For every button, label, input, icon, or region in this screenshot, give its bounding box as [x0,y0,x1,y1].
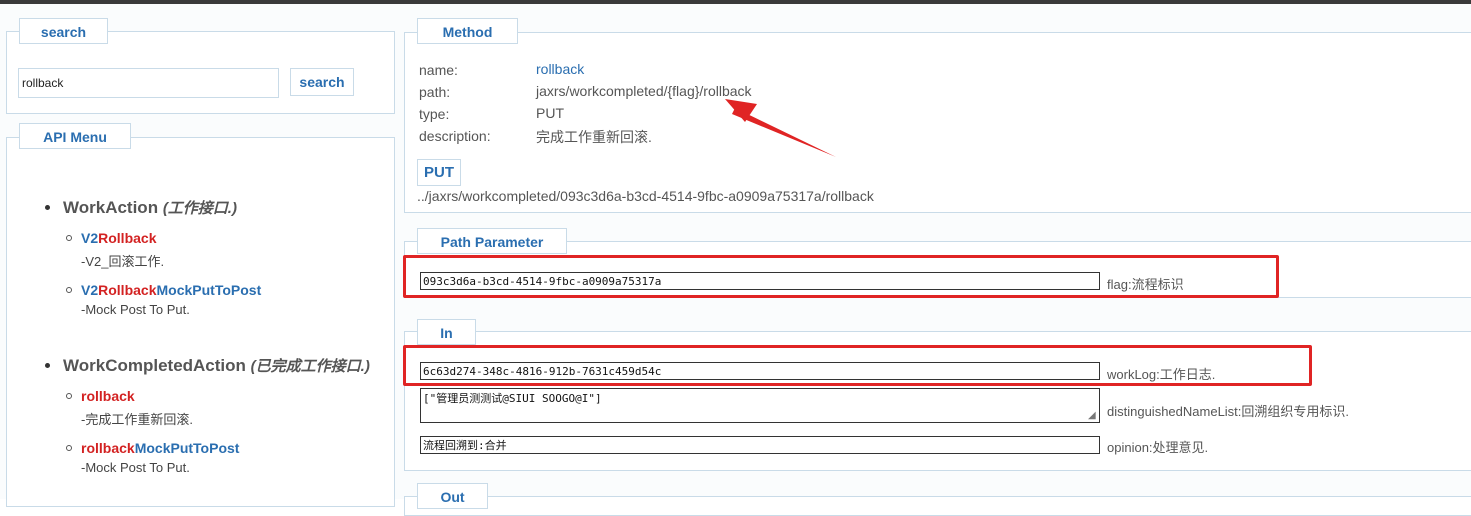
annotation-arrow-icon [725,99,836,157]
out-panel [404,496,1471,516]
